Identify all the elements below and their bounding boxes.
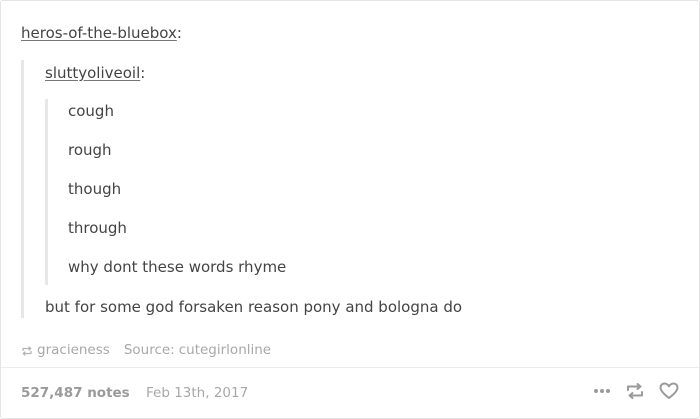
- quote-author-line: sluttyoliveoil:: [45, 63, 145, 83]
- nested-quote: cough rough though through why dont thes…: [45, 99, 648, 285]
- quote-author-colon: :: [140, 64, 146, 82]
- quote-line: cough: [68, 102, 114, 120]
- more-dots-icon[interactable]: [593, 388, 611, 394]
- heart-icon[interactable]: [659, 382, 679, 400]
- source-link[interactable]: cutegirlonline: [179, 341, 271, 359]
- quote-line: rough: [68, 141, 112, 159]
- tumblr-post: heros-of-the-bluebox: sluttyoliveoil: co…: [0, 0, 700, 419]
- reply-text: but for some god forsaken reason pony an…: [45, 298, 463, 316]
- post-date: Feb 13th, 2017: [146, 385, 249, 401]
- reblog-icon[interactable]: [625, 382, 645, 400]
- post-footer: 527,487 notes Feb 13th, 2017: [21, 384, 248, 402]
- post-author-link[interactable]: heros-of-the-bluebox: [21, 24, 177, 42]
- notes-count[interactable]: 527,487 notes: [21, 385, 130, 401]
- quote-line: why dont these words rhyme: [68, 258, 287, 276]
- reblogged-from-link[interactable]: gracieness: [37, 341, 110, 359]
- attribution: gracieness Source: cutegirlonline: [21, 341, 271, 359]
- quote-line: though: [68, 180, 122, 198]
- quote-line: through: [68, 219, 127, 237]
- post-author-colon: :: [176, 24, 182, 42]
- quote-author-link[interactable]: sluttyoliveoil: [45, 64, 140, 82]
- post-author-line: heros-of-the-bluebox:: [21, 23, 182, 43]
- reblog-quote: sluttyoliveoil: cough rough though throu…: [21, 60, 664, 318]
- post-controls: [593, 382, 679, 400]
- source-label: Source:: [123, 342, 175, 358]
- footer-divider: [1, 367, 699, 368]
- reblog-small-icon: [21, 344, 33, 356]
